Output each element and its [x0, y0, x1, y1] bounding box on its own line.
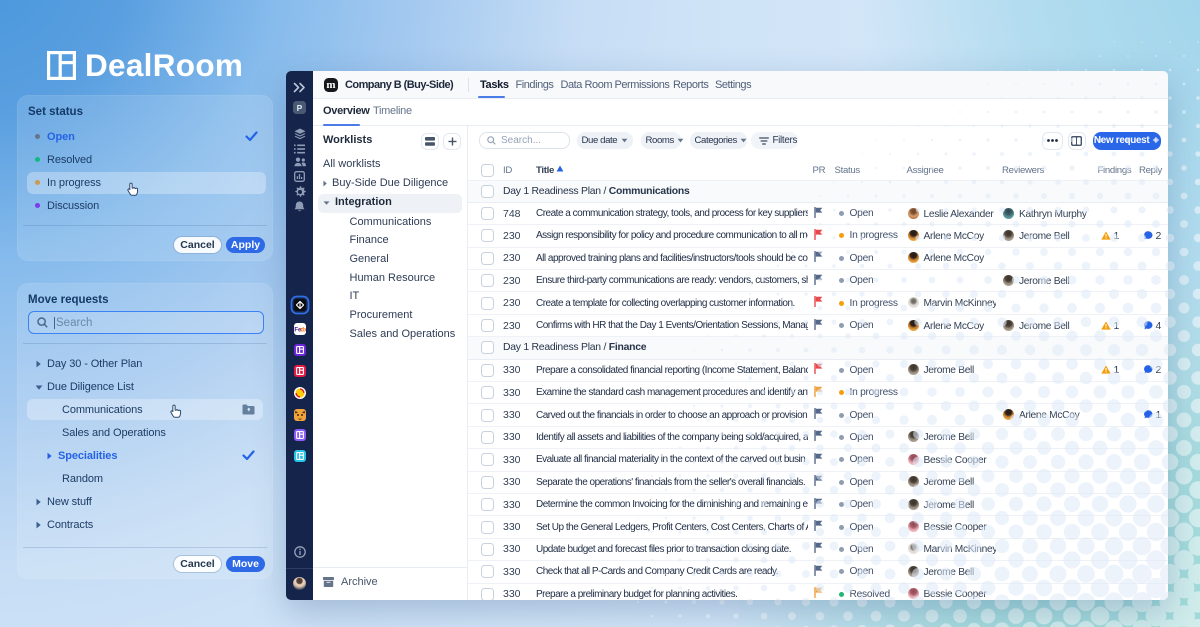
- svg-text:dx: dx: [300, 328, 306, 334]
